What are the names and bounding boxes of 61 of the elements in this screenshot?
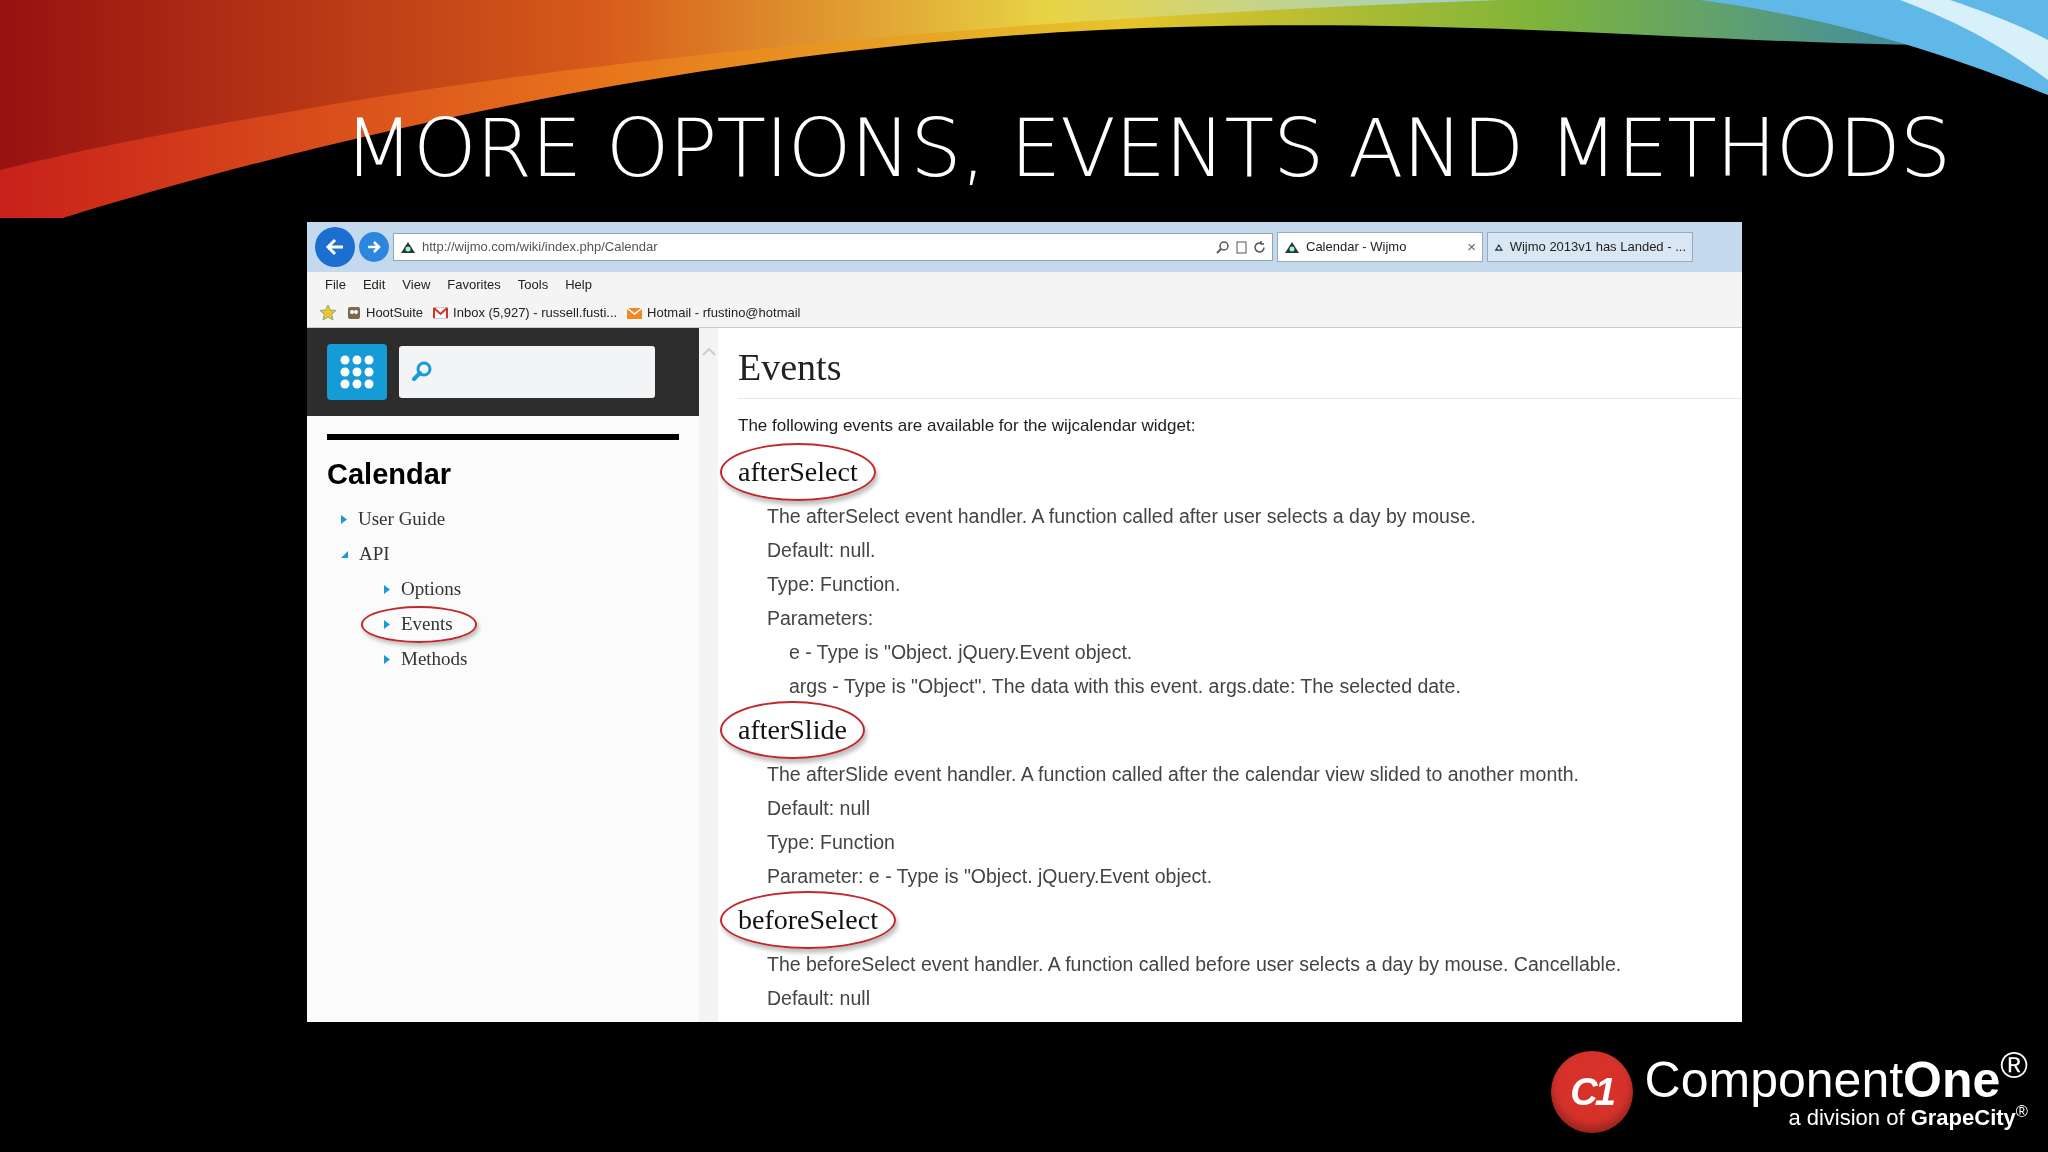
tree-item[interactable]: User Guide (358, 505, 446, 534)
menu-item[interactable]: Favorites (447, 275, 501, 295)
apps-button[interactable] (327, 344, 387, 400)
address-bar[interactable]: http://wijmo.com/wiki/index.php/Calendar (393, 233, 1273, 261)
close-tab-button[interactable]: × (1467, 233, 1476, 261)
logo-tagline: a division of GrapeCity$^{®}$ (1788, 1106, 2028, 1130)
envelope-icon (627, 306, 643, 319)
page-icon[interactable] (1236, 240, 1247, 254)
search-field[interactable] (399, 346, 655, 398)
site-icon (1284, 240, 1300, 254)
grid-icon (340, 355, 374, 389)
star-icon[interactable] (319, 304, 337, 321)
doc-line: Default: null (767, 795, 871, 821)
site-icon (400, 240, 416, 254)
caret-right-icon[interactable] (383, 619, 391, 630)
doc-line: The afterSlide event handler. A function called after the calendar view slided to another month. (767, 761, 1580, 787)
doc-line: Parameters: (767, 605, 875, 631)
search-icon[interactable] (1216, 240, 1230, 254)
menu-item[interactable]: View (402, 275, 431, 295)
page-heading: Events (738, 345, 843, 390)
search-icon (411, 361, 433, 383)
forward-button[interactable] (359, 232, 389, 262)
doc-line: Default: null. (767, 537, 877, 563)
menu-item[interactable]: Help (565, 275, 592, 295)
event-name: afterSlide (720, 700, 865, 759)
doc-line: e - Type is "Object. jQuery.Event object. (789, 639, 1134, 665)
menu-item[interactable]: File (325, 275, 346, 295)
sidebar-title: Calendar (327, 457, 453, 492)
menu-item[interactable]: Tools (517, 275, 549, 295)
tree-item[interactable]: Options (401, 575, 462, 604)
doc-line: Type: Function. (767, 571, 902, 597)
doc-line: The beforeSelect event handler. A function called before user selects a day by mouse. Cancellable. (767, 951, 1623, 977)
event-name: afterSelect (720, 442, 876, 501)
doc-line: The afterSelect event handler. A function called after user selects a day by mouse. (767, 503, 1477, 529)
caret-right-icon[interactable] (383, 584, 391, 595)
arrow-right-icon (367, 240, 381, 254)
browser-tab[interactable]: Calendar - Wijmo × (1277, 232, 1483, 262)
tree-item[interactable]: Events (361, 606, 477, 643)
browser-tab[interactable]: Wijmo 2013v1 has Landed - ... (1487, 232, 1693, 262)
refresh-icon[interactable] (1253, 240, 1266, 254)
doc-line: Parameter: e - Type is "Object. jQuery.Event object. (767, 863, 1214, 889)
caret-down-icon[interactable] (340, 550, 349, 559)
favorite-link[interactable]: Hotmail - rfustino@hotmail (627, 302, 801, 323)
back-button[interactable] (315, 227, 355, 267)
slide-title: MORE OPTIONS, EVENTS AND METHODS (344, 108, 1952, 188)
arrow-left-icon (325, 238, 345, 256)
doc-line: Type: Function (767, 829, 896, 855)
intro-text: The following events are available for the wijcalendar widget: (738, 415, 1197, 437)
caret-right-icon[interactable] (340, 514, 348, 525)
logo-name: ComponentOne$^{®}$ (1644, 1054, 2028, 1106)
event-name: beforeSelect (720, 890, 896, 949)
doc-line: Default: null (767, 985, 871, 1011)
menu-item[interactable]: Edit (362, 275, 386, 295)
mail-icon (433, 306, 449, 319)
logo-badge: C1 (1550, 1051, 1633, 1133)
tree-item[interactable]: API (359, 540, 390, 569)
favorite-link[interactable]: Inbox (5,927) - russell.fusti... (433, 302, 618, 323)
doc-line: args - Type is "Object". The data with this event. args.date: The selected date. (789, 673, 1462, 699)
tree-item[interactable]: Methods (401, 645, 468, 674)
favorite-link[interactable]: HootSuite (347, 302, 424, 323)
caret-right-icon[interactable] (383, 654, 391, 665)
